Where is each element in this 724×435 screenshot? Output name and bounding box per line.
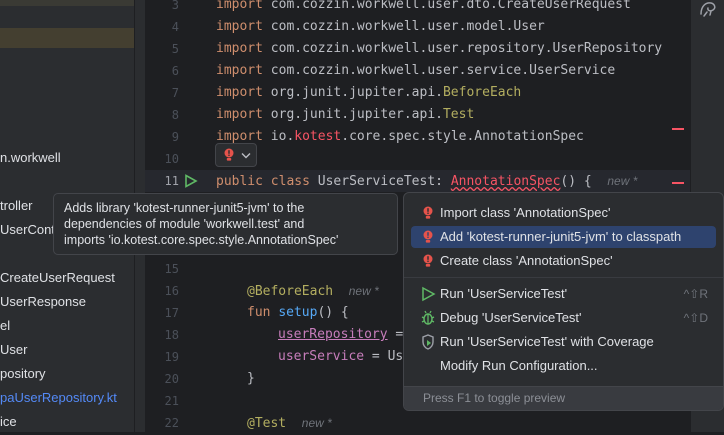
line-number-current: 11 <box>164 174 179 188</box>
code-line[interactable]: fun setup() { <box>247 302 349 324</box>
code-line-class[interactable]: public class UserServiceTest: Annotation… <box>216 170 637 193</box>
sidebar-item-jpa-user-repository[interactable]: paUserRepository.kt <box>0 388 117 408</box>
sidebar-item[interactable]: pository <box>0 364 46 384</box>
line-number: 16 <box>164 284 179 298</box>
tooltip-line: Adds library 'kotest-runner-junit5-jvm' … <box>64 201 305 215</box>
bulb-error-icon <box>423 230 433 243</box>
line-number: 7 <box>171 86 179 100</box>
sidebar-item[interactable]: UserResponse <box>0 292 86 312</box>
line-number: 22 <box>164 416 179 430</box>
popup-footer: Press F1 to toggle preview <box>404 386 723 410</box>
line-number: 5 <box>171 42 179 56</box>
debug-icon <box>421 310 435 325</box>
sidebar-item[interactable]: CreateUserRequest <box>0 268 115 288</box>
coverage-icon <box>422 334 434 350</box>
action-label: Run 'UserServiceTest' with Coverage <box>440 334 654 349</box>
intention-actions-button[interactable] <box>215 143 257 167</box>
action-label: Debug 'UserServiceTest' <box>440 310 582 325</box>
popup-separator <box>404 277 723 278</box>
tooltip-line: dependencies of module 'workwell.test' a… <box>64 217 305 231</box>
action-import-class[interactable]: Import class 'AnnotationSpec' <box>411 202 716 224</box>
code-line[interactable]: import com.cozzin.workwell.user.reposito… <box>216 38 662 60</box>
bulb-error-icon <box>423 254 433 267</box>
action-run-with-coverage[interactable]: Run 'UserServiceTest' with Coverage <box>411 331 716 353</box>
sidebar-item[interactable]: UserCont <box>0 220 55 240</box>
action-label: Modify Run Configuration... <box>440 358 598 373</box>
line-number: 4 <box>171 20 179 34</box>
popup-footer-text: Press F1 to toggle preview <box>423 391 566 405</box>
action-create-class[interactable]: Create class 'AnnotationSpec' <box>411 250 716 272</box>
code-line[interactable]: import io.kotest.core.spec.style.Annotat… <box>216 126 584 148</box>
sidebar-item[interactable]: troller <box>0 196 33 216</box>
line-number: 15 <box>164 262 179 276</box>
intention-actions-popup: Import class 'AnnotationSpec' Add 'kotes… <box>403 192 724 411</box>
line-number: 17 <box>164 306 179 320</box>
code-line[interactable]: @BeforeEach new * <box>247 280 379 303</box>
line-number: 20 <box>164 372 179 386</box>
code-line[interactable]: import com.cozzin.workwell.user.model.Us… <box>216 16 545 38</box>
code-line[interactable]: userRepository = <box>278 324 403 346</box>
action-label: Import class 'AnnotationSpec' <box>440 205 611 220</box>
action-label: Add 'kotest-runner-junit5-jvm' to classp… <box>440 229 682 244</box>
chevron-down-icon <box>241 153 251 159</box>
run-icon <box>422 286 436 302</box>
line-number: 10 <box>164 152 179 166</box>
action-label: Run 'UserServiceTest' <box>440 286 568 301</box>
line-number: 19 <box>164 350 179 364</box>
action-label: Create class 'AnnotationSpec' <box>440 253 613 268</box>
bulb-error-icon <box>423 206 433 219</box>
line-number: 8 <box>171 108 179 122</box>
code-line[interactable]: import com.cozzin.workwell.user.service.… <box>216 60 615 82</box>
run-gutter-icon[interactable] <box>184 174 198 188</box>
code-line[interactable]: import org.junit.jupiter.api.BeforeEach <box>216 82 521 104</box>
sidebar-item[interactable]: ice <box>0 412 17 432</box>
line-number: 3 <box>171 0 179 12</box>
action-run-test[interactable]: Run 'UserServiceTest' ^⇧R <box>411 283 716 305</box>
code-line[interactable]: import org.junit.jupiter.api.Test <box>216 104 474 126</box>
sidebar-selection <box>0 28 134 48</box>
sidebar-item[interactable]: User <box>0 340 27 360</box>
sidebar-item[interactable]: n.workwell <box>0 148 61 168</box>
code-line[interactable]: import com.cozzin.workwell.user.dto.Crea… <box>216 0 631 16</box>
error-stripe-mark[interactable] <box>672 182 684 184</box>
line-number: 18 <box>164 328 179 342</box>
code-line[interactable]: } <box>247 368 255 390</box>
error-stripe-mark[interactable] <box>672 128 684 130</box>
shortcut-label: ^⇧D <box>683 311 708 325</box>
action-add-to-classpath[interactable]: Add 'kotest-runner-junit5-jvm' to classp… <box>411 226 716 248</box>
shortcut-label: ^⇧R <box>683 287 708 301</box>
action-modify-run-configuration[interactable]: Modify Run Configuration... <box>411 355 716 377</box>
line-number: 9 <box>171 130 179 144</box>
sidebar-item[interactable]: el <box>0 316 10 336</box>
action-debug-test[interactable]: Debug 'UserServiceTest' ^⇧D <box>411 307 716 329</box>
ai-assistant-icon[interactable] <box>698 0 718 18</box>
bulb-error-icon <box>224 148 234 161</box>
line-number: 6 <box>171 64 179 78</box>
intention-preview-tooltip: Adds library 'kotest-runner-junit5-jvm' … <box>53 193 398 255</box>
code-line[interactable]: userService = Us <box>278 346 403 368</box>
line-number: 21 <box>164 394 179 408</box>
tooltip-line: imports 'io.kotest.core.spec.style.Annot… <box>64 233 339 247</box>
sidebar-top-band <box>0 0 134 6</box>
